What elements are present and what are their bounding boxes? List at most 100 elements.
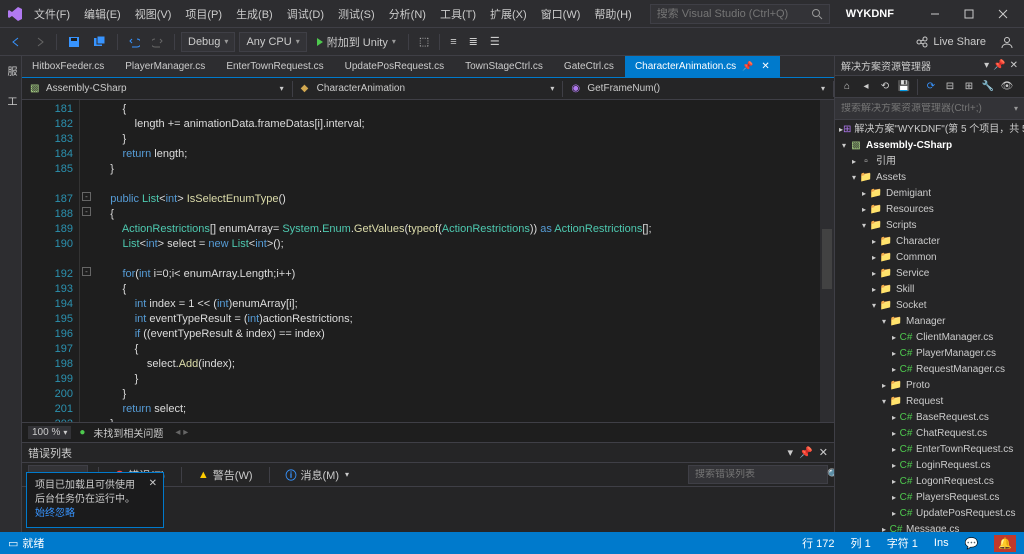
config-combo[interactable]: Debug▾ [181, 32, 235, 52]
solution-tree[interactable]: ▸⊞解决方案"WYKDNF"(第 5 个项目，共 5 个)▾▧Assembly-… [835, 120, 1024, 532]
maximize-button[interactable] [954, 4, 984, 24]
fold-toggle[interactable]: - [82, 207, 91, 216]
panel-dropdown-icon[interactable]: ▾ [788, 446, 794, 459]
doc-tab[interactable]: GateCtrl.cs [554, 56, 625, 77]
zoom-combo[interactable]: 100 %▾ [28, 426, 71, 439]
global-search-input[interactable] [657, 8, 807, 20]
tree-item[interactable]: ▸C#PlayerManager.cs [835, 346, 1024, 362]
show-all-icon[interactable]: ⊞ [961, 79, 977, 95]
nav-fwd-button[interactable] [30, 34, 50, 50]
save-all-button[interactable] [89, 33, 111, 51]
status-line[interactable]: 行 172 [802, 535, 834, 551]
platform-combo[interactable]: Any CPU▾ [239, 32, 306, 52]
tree-item[interactable]: ▸C#ClientManager.cs [835, 330, 1024, 346]
warnings-filter[interactable]: ▲警告(W) [192, 465, 259, 485]
global-search[interactable] [650, 4, 830, 24]
tree-item[interactable]: ▾📁Assets [835, 170, 1024, 186]
error-search-input[interactable] [695, 469, 827, 480]
menu-item[interactable]: 测试(S) [332, 3, 381, 25]
tree-item[interactable]: ▸📁Demigiant [835, 186, 1024, 202]
tree-item[interactable]: ▸📁Proto [835, 378, 1024, 394]
tree-item[interactable]: ▸📁Character [835, 234, 1024, 250]
save-icon[interactable]: 💾 [896, 79, 912, 95]
nav-scope[interactable]: ▧Assembly-CSharp▾ [22, 81, 293, 97]
solution-search[interactable]: ▾ [835, 98, 1024, 120]
menu-item[interactable]: 文件(F) [28, 3, 76, 25]
doc-tab[interactable]: CharacterAnimation.cs📌✕ [625, 56, 781, 77]
status-ins[interactable]: Ins [934, 537, 949, 549]
menu-item[interactable]: 编辑(E) [78, 3, 127, 25]
tree-item[interactable]: ▸⊞解决方案"WYKDNF"(第 5 个项目，共 5 个) [835, 122, 1024, 138]
fold-toggle[interactable]: - [82, 267, 91, 276]
menu-item[interactable]: 生成(B) [230, 3, 279, 25]
collapse-icon[interactable]: ⊟ [942, 79, 958, 95]
tree-item[interactable]: ▸📁Resources [835, 202, 1024, 218]
fold-toggle[interactable]: - [82, 192, 91, 201]
tree-item[interactable]: ▾📁Scripts [835, 218, 1024, 234]
attach-unity-button[interactable]: 附加到 Unity▾ [311, 32, 402, 52]
tree-item[interactable]: ▾📁Manager [835, 314, 1024, 330]
menu-item[interactable]: 窗口(W) [535, 3, 587, 25]
doc-tab[interactable]: EnterTownRequest.cs [216, 56, 334, 77]
nav-back-button[interactable] [6, 34, 26, 50]
minimize-button[interactable] [920, 4, 950, 24]
sync-icon[interactable]: ⟲ [877, 79, 893, 95]
toolbox-tab[interactable]: 工 [1, 90, 20, 112]
tb-icon-2[interactable]: ≡ [446, 34, 460, 50]
feedback-icon[interactable]: 💬 [965, 537, 979, 550]
panel-pin-icon[interactable]: 📌 [799, 446, 813, 459]
code-editor[interactable]: 1811821831841851871881891901921931941951… [22, 100, 834, 422]
nav-member[interactable]: ◉GetFrameNum()▾ [563, 81, 834, 97]
notification-bell-icon[interactable]: 🔔 [994, 535, 1016, 552]
refresh-icon[interactable]: ⟳ [923, 79, 939, 95]
tree-item[interactable]: ▸C#LogonRequest.cs [835, 474, 1024, 490]
doc-tab[interactable]: HitboxFeeder.cs [22, 56, 115, 77]
tree-item[interactable]: ▸📁Common [835, 250, 1024, 266]
tb-icon-1[interactable]: ⬚ [415, 33, 433, 50]
preview-icon[interactable]: 👁 [999, 79, 1015, 95]
status-char[interactable]: 字符 1 [887, 535, 918, 551]
menu-item[interactable]: 帮助(H) [588, 3, 637, 25]
tree-item[interactable]: ▸📁Service [835, 266, 1024, 282]
account-button[interactable] [996, 33, 1018, 51]
error-list-body[interactable]: 项目已加载且可供使用 后台任务仍在运行中。 始终忽略 ✕ [22, 487, 834, 532]
tree-item[interactable]: ▸📁Skill [835, 282, 1024, 298]
menu-item[interactable]: 视图(V) [129, 3, 178, 25]
tb-icon-3[interactable]: ≣ [465, 33, 482, 50]
panel-pin-icon[interactable]: 📌 [993, 60, 1005, 71]
redo-button[interactable] [148, 34, 168, 50]
save-button[interactable] [63, 33, 85, 51]
live-share-button[interactable]: Live Share [909, 33, 992, 51]
tree-item[interactable]: ▸C#PlayersRequest.cs [835, 490, 1024, 506]
doc-tab[interactable]: PlayerManager.cs [115, 56, 216, 77]
code-content[interactable]: { length += animationData.frameDatas[i].… [94, 100, 834, 422]
undo-button[interactable] [124, 34, 144, 50]
solution-search-input[interactable] [841, 103, 1014, 114]
menu-item[interactable]: 扩展(X) [484, 3, 533, 25]
error-search[interactable]: 🔍 [688, 465, 828, 484]
tree-item[interactable]: ▸C#EnterTownRequest.cs [835, 442, 1024, 458]
tree-item[interactable]: ▸C#UpdatePosRequest.cs [835, 506, 1024, 522]
notif-close-icon[interactable]: ✕ [149, 477, 157, 491]
doc-tab[interactable]: TownStageCtrl.cs [455, 56, 554, 77]
close-button[interactable] [988, 4, 1018, 24]
tree-item[interactable]: ▾📁Socket [835, 298, 1024, 314]
tb-icon-4[interactable]: ☰ [486, 33, 504, 50]
tree-item[interactable]: ▾▧Assembly-CSharp [835, 138, 1024, 154]
status-col[interactable]: 列 1 [851, 535, 871, 551]
tree-item[interactable]: ▾📁Request [835, 394, 1024, 410]
back-icon[interactable]: ◂ [858, 79, 874, 95]
panel-close-icon[interactable]: ✕ [1010, 60, 1018, 71]
menu-item[interactable]: 分析(N) [383, 3, 432, 25]
home-icon[interactable]: ⌂ [839, 79, 855, 95]
panel-dropdown-icon[interactable]: ▾ [984, 60, 989, 71]
menu-item[interactable]: 工具(T) [434, 3, 482, 25]
tree-item[interactable]: ▸C#RequestManager.cs [835, 362, 1024, 378]
menu-item[interactable]: 调试(D) [281, 3, 330, 25]
server-explorer-tab[interactable]: 服 [1, 60, 20, 82]
nav-class[interactable]: ◆CharacterAnimation▾ [293, 81, 564, 97]
doc-tab[interactable]: UpdatePosRequest.cs [335, 56, 456, 77]
properties-icon[interactable]: 🔧 [980, 79, 996, 95]
panel-close-icon[interactable]: ✕ [819, 446, 828, 459]
editor-scrollbar[interactable] [820, 100, 834, 422]
